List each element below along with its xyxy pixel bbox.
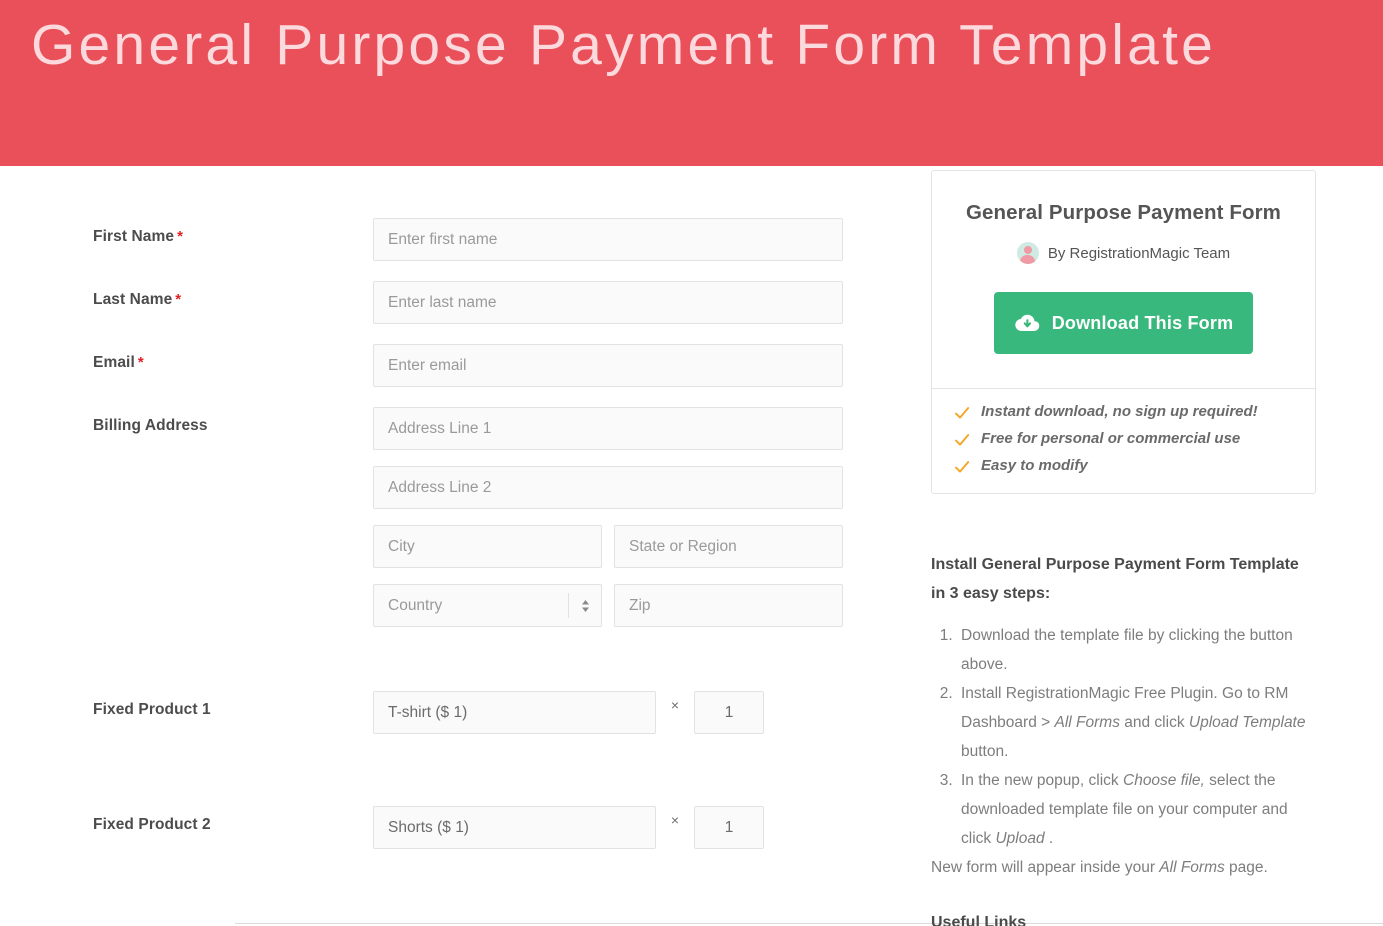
- product-1-quantity[interactable]: [694, 691, 764, 734]
- check-icon: [955, 434, 970, 446]
- sidebar: General Purpose Payment Form By Registra…: [931, 166, 1316, 883]
- page-body: First Name* Last Name* Email* Billing Ad…: [0, 166, 1383, 926]
- field-row-fixed-product-2: Fixed Product 2 ×: [93, 806, 905, 849]
- field-row-last-name: Last Name *: [93, 281, 905, 324]
- first-name-input[interactable]: [373, 218, 843, 261]
- page-title: General Purpose Payment Form Template: [31, 13, 1217, 77]
- field-row-fixed-product-1: Fixed Product 1 ×: [93, 691, 905, 734]
- control-first-name: [373, 218, 905, 261]
- feature-text: Instant download, no sign up required!: [981, 403, 1258, 420]
- payment-form: First Name* Last Name* Email* Billing Ad…: [0, 166, 905, 869]
- control-billing-address: [373, 407, 905, 627]
- product-spacer: [93, 754, 905, 806]
- label-billing-address: Billing Address: [93, 417, 208, 434]
- required-marker: *: [177, 228, 184, 245]
- product-2-name[interactable]: [373, 806, 656, 849]
- ui-ref-all-forms: All Forms: [1054, 714, 1120, 732]
- label-email-text: Email: [93, 354, 135, 371]
- control-email: [373, 344, 905, 387]
- install-step: In the new popup, click Choose file, sel…: [957, 767, 1316, 854]
- control-last-name: [373, 281, 905, 324]
- install-steps-list: Download the template file by clicking t…: [931, 622, 1316, 854]
- install-instructions-heading: Install General Purpose Payment Form Tem…: [931, 556, 1299, 603]
- product-1-name[interactable]: [373, 691, 656, 734]
- multiply-symbol-2: ×: [670, 812, 680, 828]
- field-row-first-name: First Name *: [93, 218, 905, 261]
- install-outro: New form will appear inside your All For…: [931, 859, 1268, 877]
- ui-ref-choose-file: Choose file,: [1123, 772, 1205, 790]
- download-this-form-button[interactable]: Download This Form: [994, 292, 1253, 354]
- template-card-header: General Purpose Payment Form By Registra…: [932, 171, 1315, 389]
- feature-item: Instant download, no sign up required!: [954, 403, 1295, 421]
- template-features: Instant download, no sign up required! F…: [932, 389, 1315, 493]
- last-name-input[interactable]: [373, 281, 843, 324]
- address-line-2-input[interactable]: [373, 466, 843, 509]
- control-fixed-product-1: ×: [373, 691, 905, 734]
- email-input[interactable]: [373, 344, 843, 387]
- required-marker: *: [175, 291, 182, 308]
- ui-ref-upload: Upload: [995, 830, 1045, 848]
- avatar-icon: [1016, 242, 1039, 264]
- multiply-symbol-1: ×: [670, 697, 680, 713]
- install-step: Download the template file by clicking t…: [957, 622, 1316, 680]
- label-fixed-product-2: Fixed Product 2: [93, 816, 211, 833]
- state-input[interactable]: [614, 525, 843, 568]
- template-author-text: By RegistrationMagic Team: [1047, 244, 1231, 262]
- page-banner: General Purpose Payment Form Template: [0, 0, 1383, 166]
- product-2-quantity[interactable]: [694, 806, 764, 849]
- download-button-label: Download This Form: [1051, 312, 1234, 333]
- feature-item: Easy to modify: [954, 457, 1295, 475]
- label-first-name-text: First Name: [93, 228, 175, 245]
- template-author: By RegistrationMagic Team: [952, 242, 1295, 264]
- feature-text: Free for personal or commercial use: [981, 430, 1241, 447]
- label-first-name: First Name *: [93, 218, 373, 246]
- city-input[interactable]: [373, 525, 602, 568]
- cut-off-heading: Useful Links: [931, 914, 1027, 926]
- ui-ref-upload-template: Upload Template: [1188, 714, 1306, 732]
- required-marker: *: [137, 354, 144, 371]
- label-email: Email *: [93, 344, 373, 372]
- label-last-name: Last Name *: [93, 281, 373, 309]
- address-line-1-input[interactable]: [373, 407, 843, 450]
- label-fixed-product-1: Fixed Product 1: [93, 701, 211, 718]
- field-row-billing-address: Billing Address: [93, 407, 905, 627]
- city-state-row: [373, 525, 905, 568]
- feature-text: Easy to modify: [981, 457, 1088, 474]
- label-last-name-text: Last Name: [93, 291, 173, 308]
- zip-input[interactable]: [614, 584, 843, 627]
- check-icon: [955, 407, 970, 419]
- install-step-text: Download the template file by clicking t…: [961, 627, 1293, 674]
- ui-ref-all-forms: All Forms: [1159, 859, 1225, 877]
- control-fixed-product-2: ×: [373, 806, 905, 849]
- select-divider: [568, 593, 569, 618]
- country-select-wrap: [373, 584, 602, 627]
- check-icon: [955, 461, 970, 473]
- cloud-download-icon: [1014, 314, 1039, 331]
- template-card-title: General Purpose Payment Form: [966, 201, 1281, 224]
- template-card: General Purpose Payment Form By Registra…: [931, 170, 1316, 494]
- field-row-email: Email *: [93, 344, 905, 387]
- install-step: Install RegistrationMagic Free Plugin. G…: [957, 680, 1316, 767]
- country-zip-row: [373, 584, 905, 627]
- feature-item: Free for personal or commercial use: [954, 430, 1295, 448]
